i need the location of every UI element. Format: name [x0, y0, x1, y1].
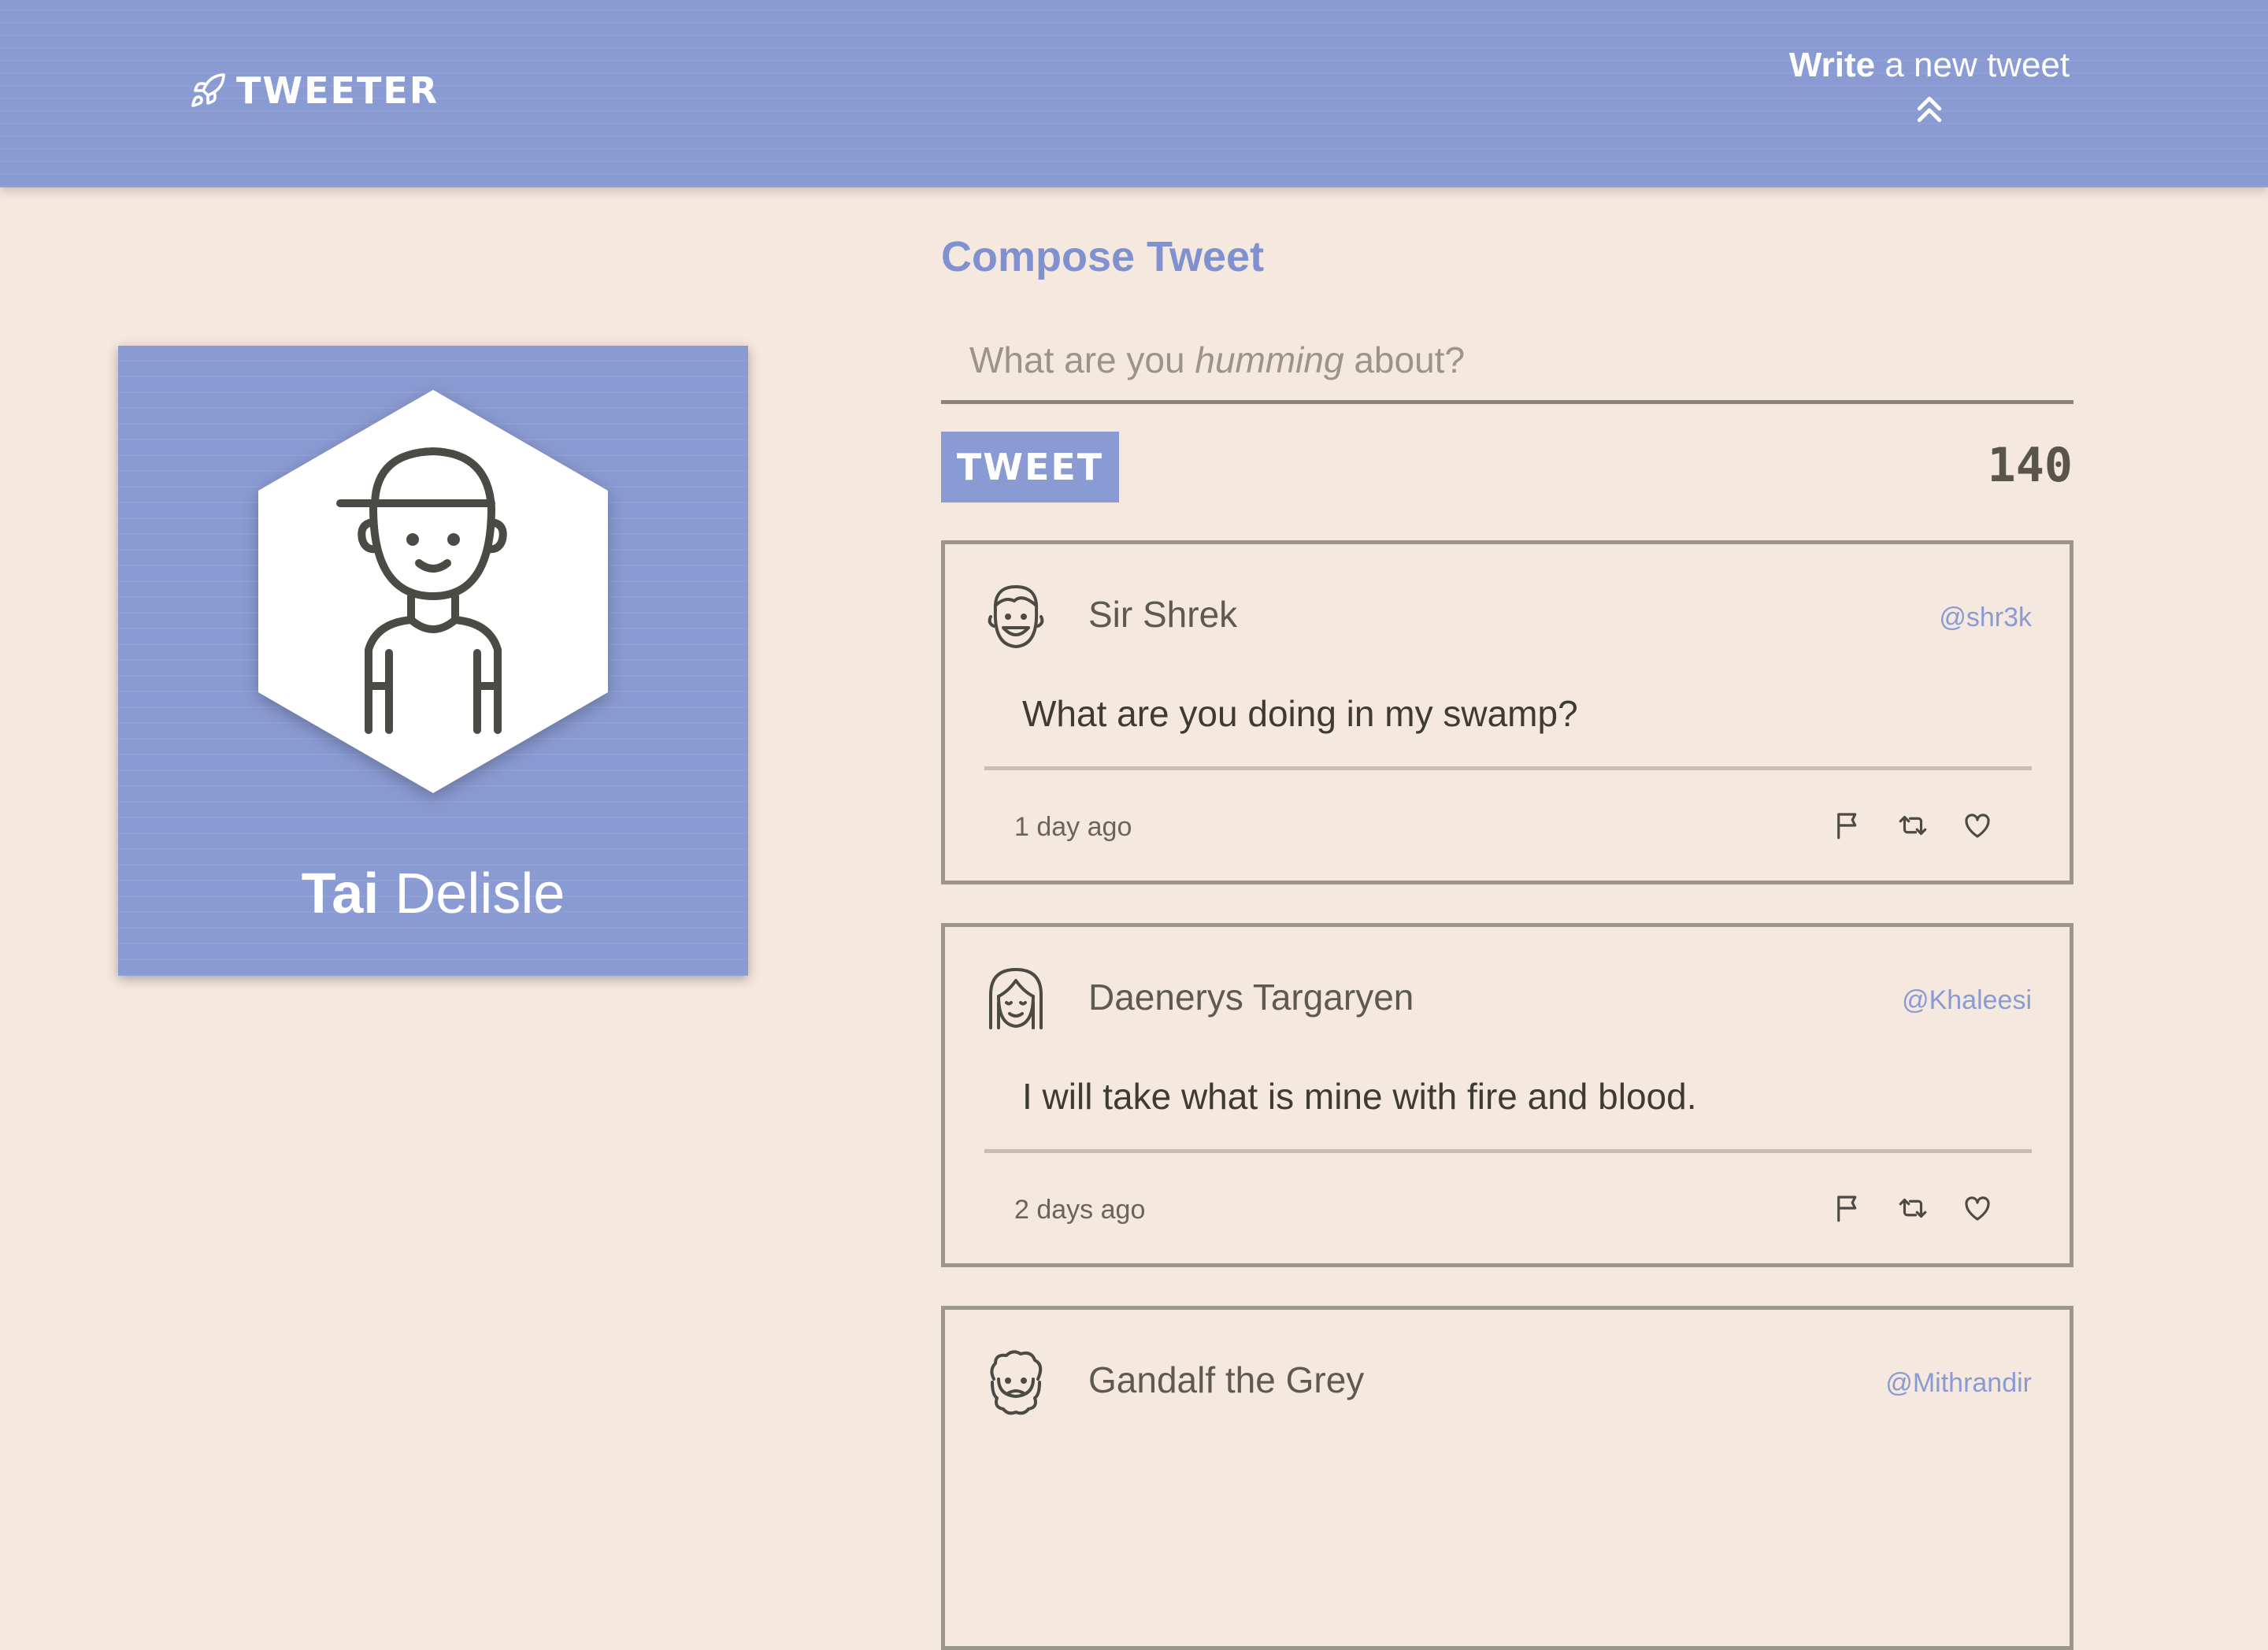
- profile-card: Tai Delisle: [118, 346, 748, 976]
- profile-avatar: [258, 390, 608, 793]
- flag-icon[interactable]: [1832, 809, 1865, 842]
- tweet-author-handle[interactable]: @Mithrandir: [1885, 1368, 2032, 1399]
- profile-first-name: Tai: [301, 862, 380, 925]
- tweet-timestamp: 2 days ago: [1014, 1195, 1146, 1225]
- tweet-submit-button[interactable]: TWEET: [941, 432, 1119, 502]
- tweet-text: I will take what is mine with fire and b…: [1022, 1076, 1697, 1117]
- profile-last-name: Delisle: [395, 862, 565, 925]
- tweet-textarea[interactable]: What are you humming about?: [941, 319, 2073, 404]
- retweet-icon[interactable]: [1896, 809, 1929, 842]
- tweet-card: Gandalf the Grey @Mithrandir: [941, 1306, 2073, 1650]
- tweet-author-name: Gandalf the Grey: [1088, 1359, 1365, 1400]
- tweet-timestamp: 1 day ago: [1014, 812, 1132, 842]
- placeholder-emphasis: humming: [1195, 339, 1344, 380]
- placeholder-post: about?: [1354, 339, 1466, 380]
- tweet-card: Daenerys Targaryen @Khaleesi I will take…: [941, 923, 2073, 1267]
- heart-icon[interactable]: [1961, 1192, 1994, 1225]
- write-rest-text: a new tweet: [1884, 46, 2070, 84]
- tweet-divider: [984, 766, 2032, 770]
- tweet-author-handle[interactable]: @Khaleesi: [1902, 985, 2032, 1016]
- tweet-author-name: Sir Shrek: [1088, 594, 1238, 635]
- rocket-icon: [191, 73, 225, 107]
- tweet-divider: [984, 1149, 2032, 1153]
- write-new-tweet-label: Write a new tweet: [1780, 46, 2079, 85]
- tweet-actions: [1832, 1192, 1994, 1225]
- heart-icon[interactable]: [1961, 809, 1994, 842]
- shrek-avatar-icon: [988, 585, 1044, 648]
- daenerys-avatar-icon: [989, 968, 1043, 1029]
- flag-icon[interactable]: [1832, 1192, 1865, 1225]
- brand-name: TWEETER: [236, 69, 439, 112]
- tweet-card: Sir Shrek @shr3k What are you doing in m…: [941, 540, 2073, 884]
- double-chevron-up-icon: [1917, 96, 1942, 123]
- character-counter: 140: [1987, 438, 2073, 493]
- profile-name: Tai Delisle: [118, 862, 748, 926]
- top-navbar: TWEETER Write a new tweet: [0, 0, 2268, 187]
- tweet-text: What are you doing in my swamp?: [1022, 693, 1578, 734]
- tweet-author-name: Daenerys Targaryen: [1088, 977, 1414, 1018]
- placeholder-pre: What are you: [969, 339, 1185, 380]
- write-strong-text: Write: [1788, 46, 1876, 84]
- tweet-author-handle[interactable]: @shr3k: [1939, 603, 2032, 633]
- brand-logo[interactable]: TWEETER: [189, 69, 439, 112]
- placeholder-text: What are you humming about?: [969, 339, 1465, 381]
- retweet-icon[interactable]: [1896, 1192, 1929, 1225]
- write-new-tweet-toggle[interactable]: Write a new tweet: [1780, 46, 2079, 126]
- gandalf-avatar-icon: [990, 1350, 1043, 1415]
- tweet-actions: [1832, 809, 1994, 842]
- compose-title: Compose Tweet: [941, 233, 1265, 280]
